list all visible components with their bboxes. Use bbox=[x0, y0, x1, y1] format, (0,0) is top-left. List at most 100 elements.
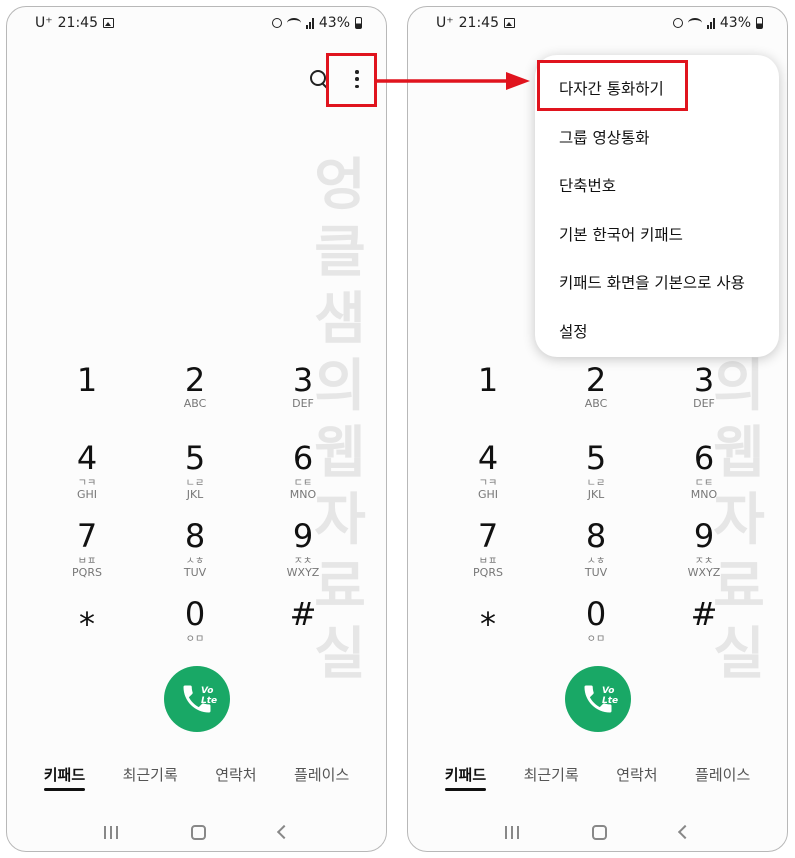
wifi-icon bbox=[286, 18, 301, 28]
key-digit: 9 bbox=[693, 517, 715, 555]
carrier-label: U⁺ bbox=[436, 15, 454, 31]
key-4[interactable]: 4 ㄱㅋ GHI bbox=[33, 440, 141, 510]
key-6[interactable]: 6 ㄷㅌ MNO bbox=[249, 440, 357, 510]
tab-contacts[interactable]: 연락처 bbox=[616, 765, 657, 791]
key-digit: 2 bbox=[184, 361, 206, 399]
key-8[interactable]: 8 ㅅㅎ TUV bbox=[141, 518, 249, 588]
key-9[interactable]: 9 ㅈㅊ WXYZ bbox=[650, 518, 758, 588]
key-hangul: ㅇㅁ bbox=[185, 634, 205, 645]
key-letters: DEF bbox=[292, 397, 314, 410]
system-nav-bar bbox=[7, 819, 386, 845]
signal-icon bbox=[305, 17, 314, 29]
key-0[interactable]: 0 ㅇㅁ bbox=[141, 596, 249, 666]
tab-recents[interactable]: 최근기록 bbox=[524, 765, 579, 791]
key-letters: PQRS bbox=[473, 566, 503, 579]
key-digit: 1 bbox=[477, 361, 499, 399]
key-digit: # bbox=[690, 595, 718, 633]
key-digit: ⁎ bbox=[480, 595, 496, 633]
key-digit: 7 bbox=[477, 517, 499, 555]
key-4[interactable]: 4 ㄱㅋ GHI bbox=[434, 440, 542, 510]
signal-icon bbox=[706, 17, 715, 29]
highlight-box-more-options bbox=[326, 53, 377, 107]
menu-item-korean-keypad[interactable]: 기본 한국어 키패드 bbox=[535, 215, 779, 264]
image-notification-icon bbox=[504, 18, 515, 28]
highlight-box-conference-call bbox=[537, 60, 688, 111]
key-6[interactable]: 6 ㄷㅌ MNO bbox=[650, 440, 758, 510]
menu-item-speed-dial[interactable]: 단축번호 bbox=[535, 166, 779, 215]
key-digit: 4 bbox=[477, 439, 499, 477]
key-digit: 5 bbox=[184, 439, 206, 477]
key-hash[interactable]: # bbox=[650, 596, 758, 666]
key-letters: GHI bbox=[477, 488, 499, 501]
key-0[interactable]: 0 ㅇㅁ bbox=[542, 596, 650, 666]
key-digit: 1 bbox=[76, 361, 98, 399]
key-2[interactable]: 2 ABC bbox=[141, 362, 249, 432]
key-2[interactable]: 2 ABC bbox=[542, 362, 650, 432]
call-button[interactable]: Vo Lte bbox=[565, 666, 631, 732]
menu-item-keypad-default[interactable]: 키패드 화면을 기본으로 사용 bbox=[535, 263, 779, 312]
tab-contacts[interactable]: 연락처 bbox=[215, 765, 256, 791]
status-bar: U⁺ 21:45 43% bbox=[408, 15, 787, 35]
battery-percent: 43% bbox=[318, 15, 350, 31]
key-digit: # bbox=[289, 595, 317, 633]
key-letters: JKL bbox=[587, 488, 605, 501]
tab-places[interactable]: 플레이스 bbox=[294, 765, 349, 791]
recent-apps-icon[interactable] bbox=[504, 825, 519, 839]
key-5[interactable]: 5 ㄴㄹ JKL bbox=[141, 440, 249, 510]
key-7[interactable]: 7 ㅂㅍ PQRS bbox=[33, 518, 141, 588]
volte-badge: Vo Lte bbox=[201, 686, 218, 706]
key-letters: DEF bbox=[693, 397, 715, 410]
key-letters: GHI bbox=[76, 488, 98, 501]
phone-screen-dialer: U⁺ 21:45 43% 엉클샘의웹자료실 1 2 ABC 3 DEF 4 ㄱㅋ GHI… bbox=[6, 6, 387, 852]
key-3[interactable]: 3 DEF bbox=[249, 362, 357, 432]
tab-recents[interactable]: 최근기록 bbox=[123, 765, 178, 791]
key-digit: ⁎ bbox=[79, 595, 95, 633]
battery-icon bbox=[756, 17, 763, 29]
back-icon[interactable] bbox=[678, 824, 693, 840]
system-nav-bar bbox=[408, 819, 787, 845]
image-notification-icon bbox=[103, 18, 114, 28]
tab-places[interactable]: 플레이스 bbox=[695, 765, 750, 791]
key-5[interactable]: 5 ㄴㄹ JKL bbox=[542, 440, 650, 510]
call-button[interactable]: Vo Lte bbox=[164, 666, 230, 732]
key-letters: WXYZ bbox=[687, 566, 721, 579]
key-hash[interactable]: # bbox=[249, 596, 357, 666]
key-letters: TUV bbox=[584, 566, 608, 579]
clock: 21:45 bbox=[57, 15, 98, 31]
home-icon[interactable] bbox=[190, 824, 206, 840]
key-7[interactable]: 7 ㅂㅍ PQRS bbox=[434, 518, 542, 588]
key-letters: JKL bbox=[186, 488, 204, 501]
key-digit: 8 bbox=[184, 517, 206, 555]
key-3[interactable]: 3 DEF bbox=[650, 362, 758, 432]
clock: 21:45 bbox=[458, 15, 499, 31]
key-8[interactable]: 8 ㅅㅎ TUV bbox=[542, 518, 650, 588]
key-9[interactable]: 9 ㅈㅊ WXYZ bbox=[249, 518, 357, 588]
key-digit: 8 bbox=[585, 517, 607, 555]
menu-item-settings[interactable]: 설정 bbox=[535, 312, 779, 361]
volte-badge: Vo Lte bbox=[602, 686, 619, 706]
battery-icon bbox=[355, 17, 362, 29]
menu-item-group-video-call[interactable]: 그룹 영상통화 bbox=[535, 118, 779, 167]
dial-keypad: 1 2 ABC 3 DEF 4 ㄱㅋ GHI 5 ㄴㄹ JKL 6 ㄷㅌ MNO 7 ㅂㅍ PQRS… bbox=[434, 362, 758, 666]
key-star[interactable]: ⁎ bbox=[33, 596, 141, 666]
tab-keypad[interactable]: 키패드 bbox=[43, 765, 86, 791]
key-digit: 2 bbox=[585, 361, 607, 399]
wifi-icon bbox=[687, 18, 702, 28]
key-digit: 3 bbox=[693, 361, 715, 399]
key-1[interactable]: 1 bbox=[434, 362, 542, 432]
tab-keypad[interactable]: 키패드 bbox=[444, 765, 487, 791]
key-letters: ABC bbox=[584, 397, 608, 410]
key-hangul: ㅇㅁ bbox=[586, 634, 606, 645]
key-digit: 6 bbox=[693, 439, 715, 477]
key-digit: 7 bbox=[76, 517, 98, 555]
key-1[interactable]: 1 bbox=[33, 362, 141, 432]
key-letters: MNO bbox=[289, 488, 317, 501]
key-star[interactable]: ⁎ bbox=[434, 596, 542, 666]
home-icon[interactable] bbox=[591, 824, 607, 840]
bottom-tabs: 키패드 최근기록 연락처 플레이스 bbox=[7, 765, 386, 799]
recent-apps-icon[interactable] bbox=[103, 825, 118, 839]
back-icon[interactable] bbox=[277, 824, 292, 840]
key-digit: 4 bbox=[76, 439, 98, 477]
battery-percent: 43% bbox=[719, 15, 751, 31]
key-digit: 6 bbox=[292, 439, 314, 477]
